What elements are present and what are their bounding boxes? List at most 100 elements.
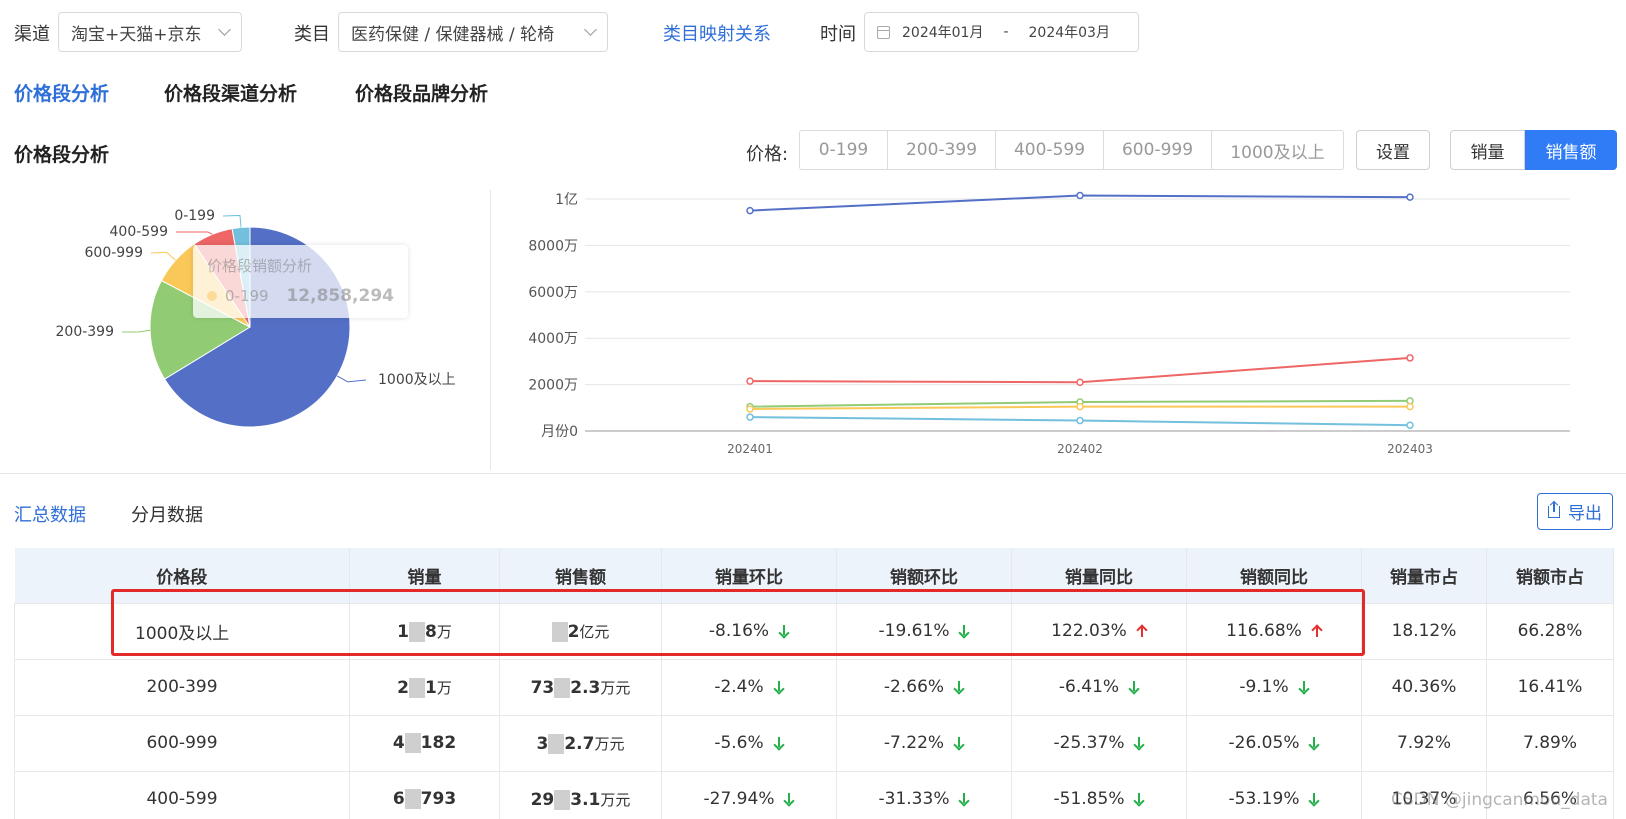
arrow-up-icon	[1137, 625, 1147, 637]
cell-volume-share: 18.12%	[1361, 602, 1487, 659]
chart-divider	[490, 190, 491, 470]
header-volume-yoy[interactable]: 销量同比	[1011, 548, 1187, 603]
header-volume[interactable]: 销量	[349, 548, 500, 603]
price-segment-400-599[interactable]: 400-599	[996, 131, 1104, 169]
cell-sales-yoy: -26.05%	[1186, 714, 1362, 771]
arrow-down-icon	[1299, 681, 1309, 693]
cell-volume-mom: -5.6%	[661, 714, 837, 771]
section-divider	[0, 473, 1626, 474]
pie-tooltip: 价格段销额分析 0-199 12,858,294	[193, 245, 408, 318]
data-point[interactable]	[1406, 354, 1414, 362]
export-label: 导出	[1568, 504, 1602, 524]
toggle-volume[interactable]: 销量	[1450, 130, 1525, 170]
price-segment-200-399[interactable]: 200-399	[888, 131, 996, 169]
date-separator: -	[1003, 24, 1009, 40]
y-tick-label: 月份0	[541, 424, 578, 440]
tab-monthly-data[interactable]: 分月数据	[131, 501, 203, 527]
pie-label: 400-599	[110, 224, 169, 240]
data-point[interactable]	[1406, 402, 1414, 411]
cell-segment: 200-399	[14, 658, 350, 715]
section-title: 价格段分析	[14, 144, 110, 166]
calendar-icon	[877, 25, 890, 39]
data-point[interactable]	[1406, 193, 1414, 201]
cell-sales-yoy: 116.68%	[1186, 602, 1362, 659]
data-point[interactable]	[746, 413, 754, 421]
header-segment[interactable]: 价格段	[14, 548, 350, 603]
arrow-down-icon	[954, 737, 964, 749]
arrow-down-icon	[774, 737, 784, 749]
data-point[interactable]	[1076, 191, 1084, 200]
tab-summary-data[interactable]: 汇总数据	[14, 501, 86, 527]
arrow-down-icon	[1309, 793, 1319, 805]
arrow-down-icon	[959, 625, 969, 637]
cell-volume-yoy: -6.41%	[1011, 658, 1187, 715]
cell-volume-mom: -8.16%	[661, 602, 837, 659]
cell-sales-mom: -2.66%	[836, 658, 1012, 715]
pie-label: 1000及以上	[378, 372, 456, 388]
price-segment-600-999[interactable]: 600-999	[1104, 131, 1212, 169]
data-point[interactable]	[1406, 421, 1414, 429]
data-point[interactable]	[1076, 416, 1084, 425]
y-tick-label: 4000万	[528, 331, 578, 347]
date-range-picker[interactable]: 2024年01月 - 2024年03月	[864, 12, 1139, 52]
channel-select[interactable]: 淘宝+天猫+京东	[58, 12, 242, 52]
cell-volume-yoy: -51.85%	[1011, 770, 1187, 819]
header-volume-share[interactable]: 销量市占	[1361, 548, 1487, 603]
price-segment-table: 价格段 销量 销售额 销量环比 销额环比 销量同比 销额同比 销量市占 销额市占…	[14, 548, 1614, 819]
channel-value: 淘宝+天猫+京东	[71, 24, 202, 45]
tab-price-segment-analysis[interactable]: 价格段分析	[14, 79, 109, 106]
cell-sales-yoy: -53.19%	[1186, 770, 1362, 819]
tooltip-label: 0-199	[225, 287, 269, 305]
cell-volume-share: 40.36%	[1361, 658, 1487, 715]
x-tick-label: 202403	[1387, 442, 1433, 456]
date-end: 2024年03月	[1028, 25, 1110, 41]
table-row[interactable]: 200-399 2 1万 73 2.3万元 -2.4% -2.66% -6.41% …	[14, 658, 1614, 715]
cell-sales-share: 7.89%	[1486, 714, 1614, 771]
redacted-mask	[554, 677, 571, 698]
settings-button[interactable]: 设置	[1356, 130, 1430, 170]
data-point[interactable]	[1076, 378, 1084, 387]
data-point[interactable]	[746, 377, 754, 385]
pie-label: 0-199	[174, 208, 215, 224]
arrow-down-icon	[784, 793, 794, 805]
arrow-down-icon	[954, 681, 964, 693]
data-point[interactable]	[746, 206, 754, 215]
redacted-mask	[554, 789, 571, 810]
cell-segment: 600-999	[14, 714, 350, 771]
cell-sales: 2亿元	[499, 602, 662, 659]
pie-chart: 1000及以上 200-399 600-999 400-599 0-199	[56, 208, 456, 428]
header-sales-share[interactable]: 销额市占	[1486, 548, 1614, 603]
category-mapping-link[interactable]: 类目映射关系	[663, 20, 771, 46]
toggle-sales[interactable]: 销售额	[1525, 130, 1617, 170]
cell-sales-mom: -19.61%	[836, 602, 1012, 659]
table-row[interactable]: 600-999 4 182 3 2.7万元 -5.6% -7.22% -25.37%…	[14, 714, 1614, 771]
tab-price-segment-brand-analysis[interactable]: 价格段品牌分析	[355, 79, 488, 106]
pie-label: 600-999	[85, 245, 144, 261]
pie-label-line	[150, 251, 176, 261]
header-sales[interactable]: 销售额	[499, 548, 662, 603]
tab-price-segment-channel-analysis[interactable]: 价格段渠道分析	[164, 79, 297, 106]
cell-sales-mom: -7.22%	[836, 714, 1012, 771]
redacted-mask	[408, 677, 425, 698]
header-sales-yoy[interactable]: 销额同比	[1186, 548, 1362, 603]
data-point[interactable]	[1076, 402, 1084, 411]
header-sales-mom[interactable]: 销额环比	[836, 548, 1012, 603]
export-button[interactable]: 导出	[1537, 493, 1613, 530]
price-segment-0-199[interactable]: 0-199	[800, 131, 888, 169]
cell-volume: 4 182	[349, 714, 500, 771]
y-tick-label: 6000万	[528, 285, 578, 301]
category-select[interactable]: 医药保健 / 保健器械 / 轮椅	[338, 12, 608, 52]
date-start: 2024年01月	[902, 25, 984, 41]
y-tick-label: 2000万	[528, 378, 578, 394]
arrow-down-icon	[1129, 681, 1139, 693]
pie-label-line	[176, 231, 213, 235]
cell-sales-share: 16.41%	[1486, 658, 1614, 715]
table-row[interactable]: 1000及以上 1 8万 2亿元 -8.16% -19.61% 122.03% 1…	[14, 602, 1614, 659]
table-row[interactable]: 400-599 6 793 29 3.1万元 -27.94% -31.33% -51…	[14, 770, 1614, 819]
data-point[interactable]	[746, 405, 754, 413]
cell-sales-share: 66.28%	[1486, 602, 1614, 659]
price-segment-1000-plus[interactable]: 1000及以上	[1212, 131, 1343, 169]
cell-sales: 3 2.7万元	[499, 714, 662, 771]
arrow-up-icon	[1312, 625, 1322, 637]
header-volume-mom[interactable]: 销量环比	[661, 548, 837, 603]
